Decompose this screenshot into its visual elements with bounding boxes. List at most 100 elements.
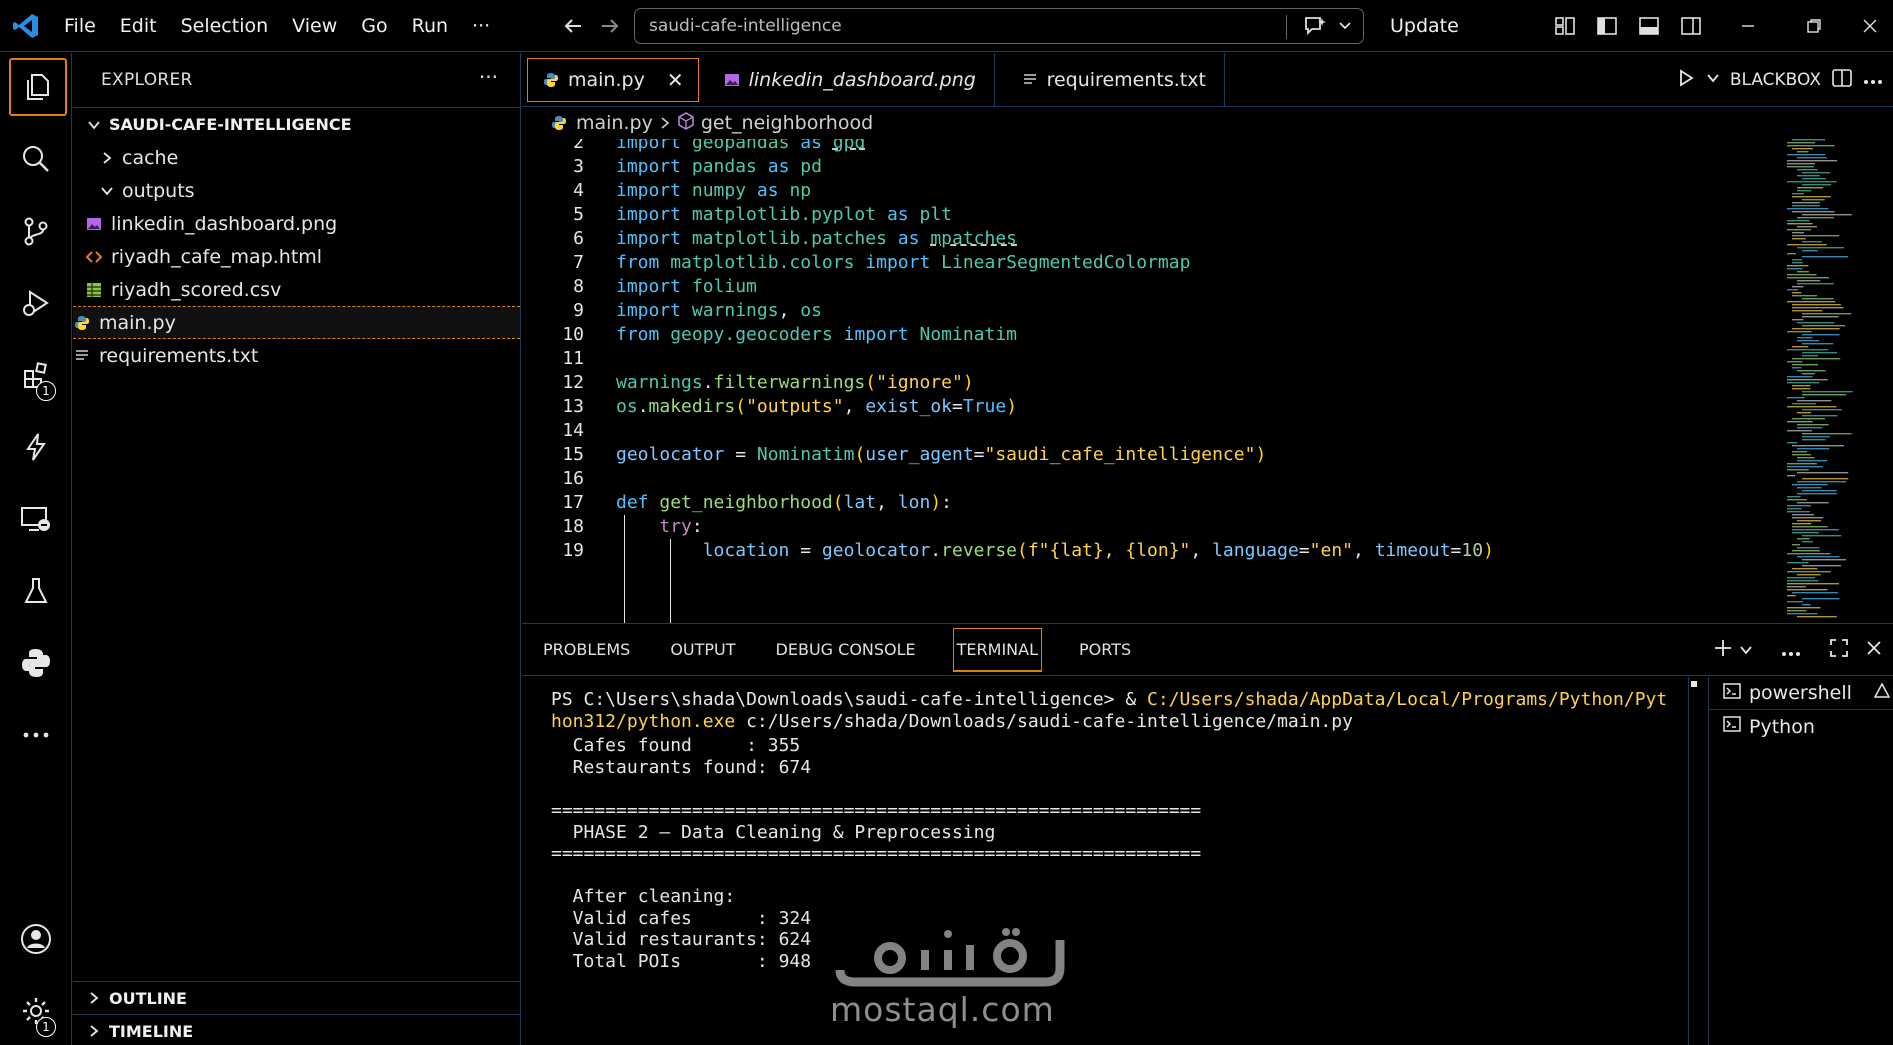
python-file-icon	[550, 114, 568, 132]
python-icon[interactable]	[0, 633, 72, 693]
extensions-icon[interactable]: 1	[0, 345, 72, 405]
indent-guide	[670, 539, 671, 623]
terminal-instance-python[interactable]: Python	[1709, 710, 1893, 743]
terminal-instance-label: Python	[1749, 715, 1815, 738]
settings-gear-icon[interactable]: 1	[0, 981, 72, 1041]
tab-main-py[interactable]: main.py ✕	[527, 58, 699, 102]
account-icon[interactable]	[0, 909, 72, 969]
tree-item-label: main.py	[99, 311, 176, 334]
toggle-panel-icon[interactable]	[1634, 11, 1664, 41]
tree-item-label: linkedin_dashboard.png	[111, 212, 338, 235]
toggle-secondary-sidebar-icon[interactable]	[1676, 11, 1706, 41]
terminal-line: Restaurants found: 674	[551, 757, 812, 778]
explorer-activity[interactable]	[0, 57, 72, 117]
mostaql-logo	[835, 928, 1065, 987]
minimap[interactable]	[1785, 139, 1865, 619]
scroll-thumb[interactable]	[1691, 681, 1697, 687]
new-terminal-icon[interactable]	[1713, 638, 1733, 663]
menu-file[interactable]: File	[52, 0, 108, 52]
settings-badge: 1	[36, 1017, 56, 1037]
tab-ports[interactable]: PORTS	[1076, 628, 1134, 672]
tab-output[interactable]: OUTPUT	[667, 628, 738, 672]
back-arrow-icon[interactable]	[555, 8, 591, 44]
tab-terminal[interactable]: TERMINAL	[952, 627, 1043, 672]
remote-explorer-icon[interactable]	[0, 489, 72, 549]
outline-label: OUTLINE	[109, 988, 187, 1008]
bottom-panel: PROBLEMS OUTPUT DEBUG CONSOLE TERMINAL P…	[522, 623, 1893, 1045]
run-debug-icon[interactable]	[0, 273, 72, 333]
tab-label: requirements.txt	[1046, 69, 1206, 91]
tab-label: main.py	[568, 69, 645, 91]
tree-item-label: riyadh_scored.csv	[111, 278, 282, 301]
tree-file-riyadh-scored[interactable]: riyadh_scored.csv	[73, 273, 520, 306]
testing-beaker-icon[interactable]	[0, 561, 72, 621]
tab-linkedin-dashboard[interactable]: linkedin_dashboard.png	[703, 53, 995, 107]
tab-problems[interactable]: PROBLEMS	[540, 628, 633, 672]
menu-view[interactable]: View	[280, 0, 349, 52]
command-center-text: saudi-cafe-intelligence	[649, 16, 842, 36]
terminal-line: hon312/python.exe c:/Users/shada/Downloa…	[551, 711, 1353, 732]
timeline-section[interactable]: TIMELINE	[73, 1014, 521, 1045]
chevron-right-icon	[659, 112, 671, 134]
blackbox-button[interactable]: BLACKBOX	[1730, 70, 1821, 90]
menu-more[interactable]: ···	[460, 0, 502, 52]
source-control-icon[interactable]	[0, 201, 72, 261]
title-bar: File Edit Selection View Go Run ··· saud…	[0, 0, 1893, 52]
layout-controls	[1550, 0, 1706, 52]
breadcrumb-symbol[interactable]: get_neighborhood	[701, 112, 873, 134]
close-panel-icon[interactable]	[1865, 638, 1883, 662]
mostaql-watermark: mostaql.com	[830, 920, 1070, 1030]
explorer-sidebar: EXPLORER ··· SAUDI-CAFE-INTELLIGENCE cac…	[73, 53, 521, 1045]
outline-section[interactable]: OUTLINE	[73, 981, 521, 1014]
toggle-sidebar-icon[interactable]	[1592, 11, 1622, 41]
customize-layout-icon[interactable]	[1550, 11, 1580, 41]
tree-file-requirements[interactable]: requirements.txt	[73, 339, 520, 372]
search-icon[interactable]	[0, 129, 72, 189]
tree-file-riyadh-cafe-map[interactable]: riyadh_cafe_map.html	[73, 240, 520, 273]
explorer-more-actions[interactable]: ···	[479, 65, 498, 89]
forward-arrow-icon[interactable]	[592, 8, 628, 44]
update-button[interactable]: Update	[1390, 0, 1459, 52]
restore-icon[interactable]	[1784, 0, 1844, 52]
maximize-panel-icon[interactable]	[1829, 638, 1849, 663]
close-tab-icon[interactable]: ✕	[667, 68, 684, 92]
more-actions-icon[interactable]	[1863, 70, 1883, 90]
terminal-output[interactable]: PS C:\Users\shada\Downloads\saudi-cafe-i…	[522, 677, 1688, 1045]
menu-edit[interactable]: Edit	[108, 0, 169, 52]
editor-area: main.py ✕ linkedin_dashboard.png require…	[522, 53, 1893, 623]
files-icon	[26, 74, 49, 100]
menu-go[interactable]: Go	[349, 0, 399, 52]
menu-selection[interactable]: Selection	[169, 0, 281, 52]
chevron-down-icon[interactable]	[1337, 17, 1353, 38]
chevron-down-icon[interactable]	[1739, 638, 1753, 662]
timeline-label: TIMELINE	[109, 1021, 194, 1041]
tree-item-label: requirements.txt	[99, 344, 259, 367]
image-file-icon	[723, 71, 741, 89]
chat-icon[interactable]	[1303, 15, 1327, 42]
editor-actions: BLACKBOX	[1676, 53, 1893, 107]
chevron-down-icon	[96, 184, 118, 198]
tree-file-linkedin-dashboard[interactable]: linkedin_dashboard.png	[73, 207, 520, 240]
workspace-root-folder[interactable]: SAUDI-CAFE-INTELLIGENCE	[73, 107, 520, 141]
chevron-down-icon[interactable]	[1706, 70, 1720, 90]
command-center-search[interactable]: saudi-cafe-intelligence	[634, 8, 1364, 44]
more-actions-icon[interactable]	[1781, 638, 1801, 662]
breadcrumb-file[interactable]: main.py	[576, 112, 653, 134]
lightning-icon[interactable]	[0, 417, 72, 477]
tab-label: linkedin_dashboard.png	[748, 69, 976, 91]
run-icon[interactable]	[1676, 68, 1696, 93]
minimize-icon[interactable]	[1718, 0, 1778, 52]
close-window-icon[interactable]	[1846, 0, 1893, 52]
split-editor-icon[interactable]	[1831, 67, 1853, 94]
tab-requirements[interactable]: requirements.txt	[995, 53, 1225, 107]
terminal-instance-powershell[interactable]: powershell	[1709, 677, 1893, 710]
tree-folder-cache[interactable]: cache	[73, 141, 520, 174]
tree-folder-outputs[interactable]: outputs	[73, 174, 520, 207]
more-views-icon[interactable]	[0, 705, 72, 765]
tree-file-main-py[interactable]: main.py	[73, 306, 520, 339]
panel-actions	[1713, 624, 1893, 676]
code-editor[interactable]: 2 import geopandas as gpd 3 import pandas …	[522, 139, 1792, 623]
terminal-scrollbar[interactable]	[1688, 677, 1698, 1045]
menu-run[interactable]: Run	[400, 0, 460, 52]
tab-debug-console[interactable]: DEBUG CONSOLE	[773, 628, 919, 672]
